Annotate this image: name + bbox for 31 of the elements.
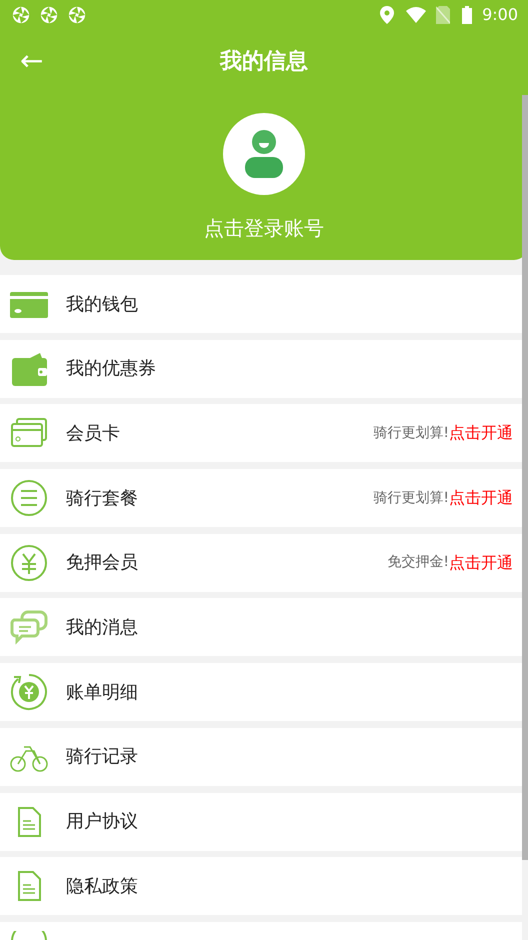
menu-item[interactable]: 我的钱包 (0, 275, 522, 333)
aperture-icon (12, 6, 30, 24)
page-title: 我的信息 (220, 49, 308, 74)
scrollbar[interactable] (522, 95, 528, 860)
menu-item[interactable]: 账单明细 (0, 663, 522, 722)
wifi-icon (406, 7, 426, 23)
battery-icon (462, 6, 472, 24)
no-sim-icon (436, 6, 450, 24)
list-icon (10, 479, 48, 518)
menu-item[interactable]: 免押会员 免交押金!点击开通 (0, 534, 522, 592)
open-link[interactable]: 点击开通 (449, 421, 513, 446)
promo-text: 骑行更划算! (373, 488, 449, 508)
menu-item[interactable]: 骑行记录 (0, 728, 522, 786)
open-link[interactable]: 点击开通 (449, 550, 513, 575)
location-icon (380, 6, 394, 24)
bill-icon (10, 673, 48, 712)
menu-item[interactable]: 骑行套餐 骑行更划算!点击开通 (0, 469, 522, 528)
aperture-icon (40, 6, 58, 24)
menu-item[interactable]: 会员卡 骑行更划算!点击开通 (0, 404, 522, 462)
yuan-icon (10, 544, 48, 582)
chat-icon (10, 608, 48, 646)
clock-time: 9:00 (482, 4, 518, 26)
menu-item[interactable]: 我的优惠券 (0, 340, 522, 398)
promo-text: 骑行更划算! (373, 424, 449, 443)
menu-item[interactable]: 隐私政策 (0, 857, 522, 916)
promo-text: 免交押金! (387, 553, 449, 572)
aperture-icon (68, 6, 86, 24)
open-link[interactable]: 点击开通 (449, 486, 513, 510)
menu-item[interactable]: 我的消息 (0, 598, 522, 656)
menu-item[interactable]: 用户协议 (0, 792, 522, 850)
person-icon (244, 130, 284, 178)
